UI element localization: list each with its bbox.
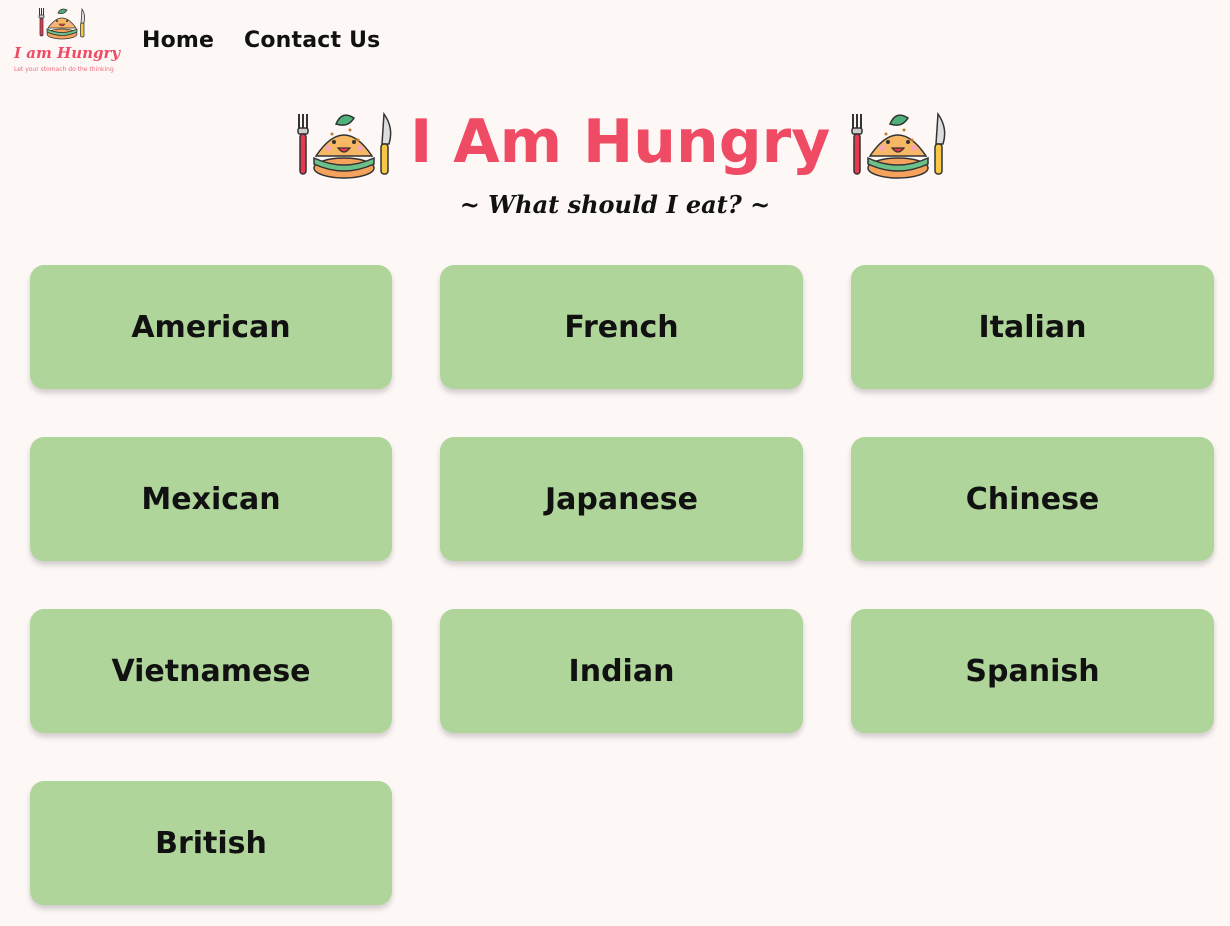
page: I am Hungry Let your stomach do the thin… — [0, 0, 1230, 926]
burger-with-cutlery-icon — [851, 111, 946, 179]
cuisine-button-japanese[interactable]: Japanese — [440, 437, 803, 561]
cuisine-button-french[interactable]: French — [440, 265, 803, 389]
hero: I Am Hungry — [0, 106, 1230, 186]
navbar: I am Hungry Let your stomach do the thin… — [0, 0, 1230, 86]
cuisine-grid: American French Italian Mexican Japanese… — [30, 265, 1214, 905]
cuisine-button-vietnamese[interactable]: Vietnamese — [30, 609, 392, 733]
cuisine-button-spanish[interactable]: Spanish — [851, 609, 1214, 733]
hungry-burger-icon — [38, 7, 86, 40]
logo-tagline: Let your stomach do the thinking — [14, 66, 114, 73]
cuisine-button-american[interactable]: American — [30, 265, 392, 389]
cuisine-button-italian[interactable]: Italian — [851, 265, 1214, 389]
cuisine-button-indian[interactable]: Indian — [440, 609, 803, 733]
page-title: I Am Hungry — [410, 107, 831, 177]
cuisine-button-british[interactable]: British — [30, 781, 392, 905]
nav-contact-link[interactable]: Contact Us — [244, 28, 380, 53]
logo-title: I am Hungry — [14, 44, 121, 62]
cuisine-button-mexican[interactable]: Mexican — [30, 437, 392, 561]
burger-with-cutlery-icon — [297, 111, 392, 179]
logo-link[interactable]: I am Hungry Let your stomach do the thin… — [12, 6, 121, 78]
cuisine-button-chinese[interactable]: Chinese — [851, 437, 1214, 561]
page-subtitle: ~ What should I eat? ~ — [459, 190, 771, 219]
nav-home-link[interactable]: Home — [142, 28, 214, 53]
